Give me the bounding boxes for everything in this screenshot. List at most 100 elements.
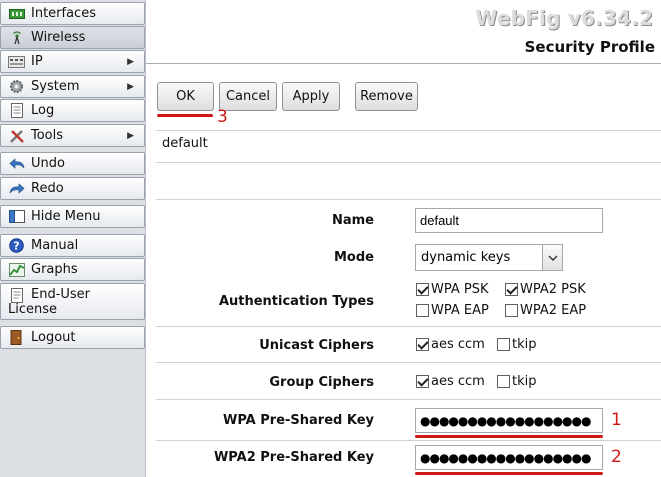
sidebar-item-label-line2: License xyxy=(8,302,58,317)
sidebar-item-manual[interactable]: ? Manual xyxy=(0,234,145,257)
checkbox-unchecked[interactable] xyxy=(416,304,429,317)
checkbox-checked[interactable] xyxy=(416,375,429,388)
ok-button[interactable]: OK xyxy=(157,82,214,111)
sidebar-item-label: Log xyxy=(31,103,55,118)
mode-select[interactable]: dynamic keys xyxy=(415,244,563,271)
header-divider xyxy=(146,63,661,64)
checkbox-label: tkip xyxy=(512,337,537,352)
log-icon xyxy=(8,103,25,118)
webfig-brand: WebFig v6.34.2 xyxy=(475,6,653,30)
sidebar-item-label: Wireless xyxy=(31,30,86,45)
profile-name-display: default xyxy=(156,130,661,163)
checkbox-checked[interactable] xyxy=(416,338,429,351)
wpa-eap-checkbox[interactable]: WPA EAP xyxy=(416,303,489,318)
group-tkip-checkbox[interactable]: tkip xyxy=(497,374,537,389)
undo-icon xyxy=(8,156,25,171)
sidebar-item-hide-menu[interactable]: Hide Menu xyxy=(0,205,145,228)
name-label: Name xyxy=(331,213,374,228)
unicast-aes-ccm-checkbox[interactable]: aes ccm xyxy=(416,337,485,352)
annotation-number-2: 2 xyxy=(611,447,622,467)
sidebar-item-label: Undo xyxy=(31,156,65,171)
sidebar-item-label: Redo xyxy=(31,181,64,196)
group-ciphers-label: Group Ciphers xyxy=(269,375,374,390)
checkbox-unchecked[interactable] xyxy=(497,375,510,388)
mode-select-value: dynamic keys xyxy=(421,250,511,265)
sidebar-item-label: Interfaces xyxy=(31,6,96,21)
graphs-icon xyxy=(8,262,25,277)
sidebar: Interfaces Wireless IP ▶ System ▶ Log To… xyxy=(0,0,146,477)
annotation-number-3: 3 xyxy=(217,107,228,127)
row-divider xyxy=(156,362,661,363)
remove-button[interactable]: Remove xyxy=(355,82,418,111)
sidebar-item-undo[interactable]: Undo xyxy=(0,152,145,175)
unicast-tkip-checkbox[interactable]: tkip xyxy=(497,337,537,352)
gear-icon xyxy=(8,79,25,94)
auth-types-label: Authentication Types xyxy=(218,294,374,309)
wpa2-pre-shared-key-field[interactable]: ●●●●●●●●●●●●●●●●●● xyxy=(415,445,603,470)
wpa2-eap-checkbox[interactable]: WPA2 EAP xyxy=(505,303,586,318)
row-divider xyxy=(156,399,661,400)
checkbox-checked[interactable] xyxy=(416,283,429,296)
sidebar-item-label: System xyxy=(31,79,80,94)
chevron-down-icon[interactable] xyxy=(542,245,562,270)
sidebar-item-label: Graphs xyxy=(31,262,78,277)
checkbox-label: tkip xyxy=(512,374,537,389)
checkbox-label: WPA2 EAP xyxy=(520,303,587,318)
redo-icon xyxy=(8,181,25,196)
sidebar-item-logout[interactable]: Logout xyxy=(0,326,145,349)
mode-label: Mode xyxy=(334,250,374,265)
sidebar-item-interfaces[interactable]: Interfaces xyxy=(0,2,145,25)
checkbox-label: WPA EAP xyxy=(431,303,489,318)
sidebar-item-redo[interactable]: Redo xyxy=(0,177,145,200)
logout-icon xyxy=(8,330,25,345)
sidebar-item-label: Tools xyxy=(31,128,64,143)
sidebar-item-label: Manual xyxy=(31,238,79,253)
checkbox-label: aes ccm xyxy=(431,374,485,389)
sidebar-item-label: Logout xyxy=(31,330,76,345)
wireless-icon xyxy=(8,30,25,45)
sidebar-item-end-user-license[interactable]: End-User License xyxy=(0,283,145,320)
svg-text:?: ? xyxy=(13,240,19,253)
checkbox-unchecked[interactable] xyxy=(497,338,510,351)
sidebar-item-label: IP xyxy=(31,54,43,69)
license-icon xyxy=(8,288,25,303)
wpa2-psk-checkbox[interactable]: WPA2 PSK xyxy=(505,282,586,297)
annotation-underline-wpa-psk xyxy=(415,435,603,438)
name-field[interactable] xyxy=(415,208,603,233)
annotation-underline-wpa2-psk xyxy=(415,472,603,475)
sidebar-item-log[interactable]: Log xyxy=(0,99,145,122)
checkbox-unchecked[interactable] xyxy=(505,304,518,317)
section-divider xyxy=(156,199,661,200)
wpa-psk-label: WPA Pre-Shared Key xyxy=(223,413,374,428)
sidebar-item-tools[interactable]: Tools ▶ xyxy=(0,124,145,147)
sidebar-item-graphs[interactable]: Graphs xyxy=(0,258,145,281)
row-divider xyxy=(156,326,661,327)
ip-icon xyxy=(8,54,25,69)
tools-icon xyxy=(8,128,25,143)
checkbox-label: WPA2 PSK xyxy=(520,282,586,297)
wpa-psk-checkbox[interactable]: WPA PSK xyxy=(416,282,489,297)
annotation-number-1: 1 xyxy=(611,410,622,430)
sidebar-item-ip[interactable]: IP ▶ xyxy=(0,50,145,73)
submenu-arrow-icon: ▶ xyxy=(127,130,134,141)
wpa2-psk-label: WPA2 Pre-Shared Key xyxy=(213,450,374,465)
hide-menu-icon xyxy=(8,209,25,224)
sidebar-item-label: Hide Menu xyxy=(31,209,101,224)
wpa-pre-shared-key-field[interactable]: ●●●●●●●●●●●●●●●●●● xyxy=(415,408,603,433)
submenu-arrow-icon: ▶ xyxy=(127,56,134,67)
checkbox-label: WPA PSK xyxy=(431,282,489,297)
checkbox-label: aes ccm xyxy=(431,337,485,352)
sidebar-item-label: End-User License xyxy=(8,287,91,317)
sidebar-item-system[interactable]: System ▶ xyxy=(0,75,145,98)
checkbox-checked[interactable] xyxy=(505,283,518,296)
group-aes-ccm-checkbox[interactable]: aes ccm xyxy=(416,374,485,389)
apply-button[interactable]: Apply xyxy=(282,82,340,111)
interfaces-icon xyxy=(8,6,25,21)
annotation-underline-ok xyxy=(157,114,213,117)
submenu-arrow-icon: ▶ xyxy=(127,81,134,92)
help-icon: ? xyxy=(8,238,25,253)
page-title: Security Profile xyxy=(524,38,655,56)
sidebar-item-label-line1: End-User xyxy=(31,287,91,302)
sidebar-item-wireless[interactable]: Wireless xyxy=(0,26,145,49)
row-divider xyxy=(156,440,661,441)
